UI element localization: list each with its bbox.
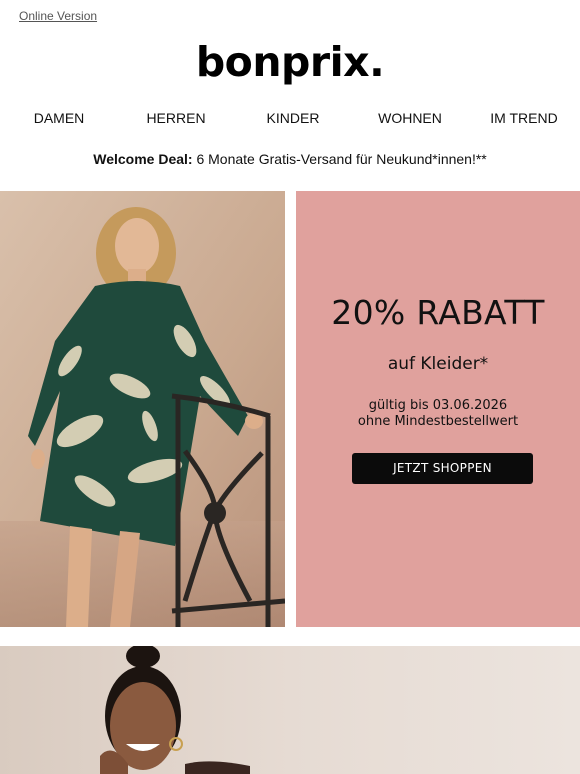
promo-subtitle: auf Kleider*	[387, 354, 489, 374]
bonprix-logo[interactable]: bonprix.	[0, 38, 580, 86]
welcome-deal-text: 6 Monate Gratis-Versand für Neukund*inne…	[192, 151, 487, 167]
shop-now-button[interactable]: JETZT SHOPPEN	[352, 453, 533, 484]
promo-minimum-order: ohne Mindestbestellwert	[357, 414, 519, 429]
main-navigation: DAMEN HERREN KINDER WOHNEN IM TREND	[0, 110, 580, 132]
promo-title: 20% RABATT	[331, 293, 545, 332]
nav-item-damen[interactable]: DAMEN	[34, 110, 85, 126]
second-photo-illustration	[0, 646, 580, 774]
hero-photo-illustration	[0, 191, 285, 627]
promo-validity: gültig bis 03.06.2026	[368, 398, 508, 413]
nav-item-wohnen[interactable]: WOHNEN	[378, 110, 442, 126]
nav-item-herren[interactable]: HERREN	[146, 110, 205, 126]
promo-panel[interactable]: 20% RABATT auf Kleider* gültig bis 03.06…	[296, 191, 580, 627]
second-image[interactable]	[0, 646, 580, 774]
welcome-deal-banner[interactable]: Welcome Deal: 6 Monate Gratis-Versand fü…	[0, 151, 580, 167]
nav-item-im-trend[interactable]: IM TREND	[490, 110, 557, 126]
hero-image[interactable]	[0, 191, 285, 627]
welcome-deal-label: Welcome Deal:	[93, 151, 193, 167]
online-version-link[interactable]: Online Version	[19, 9, 97, 23]
nav-item-kinder[interactable]: KINDER	[267, 110, 320, 126]
